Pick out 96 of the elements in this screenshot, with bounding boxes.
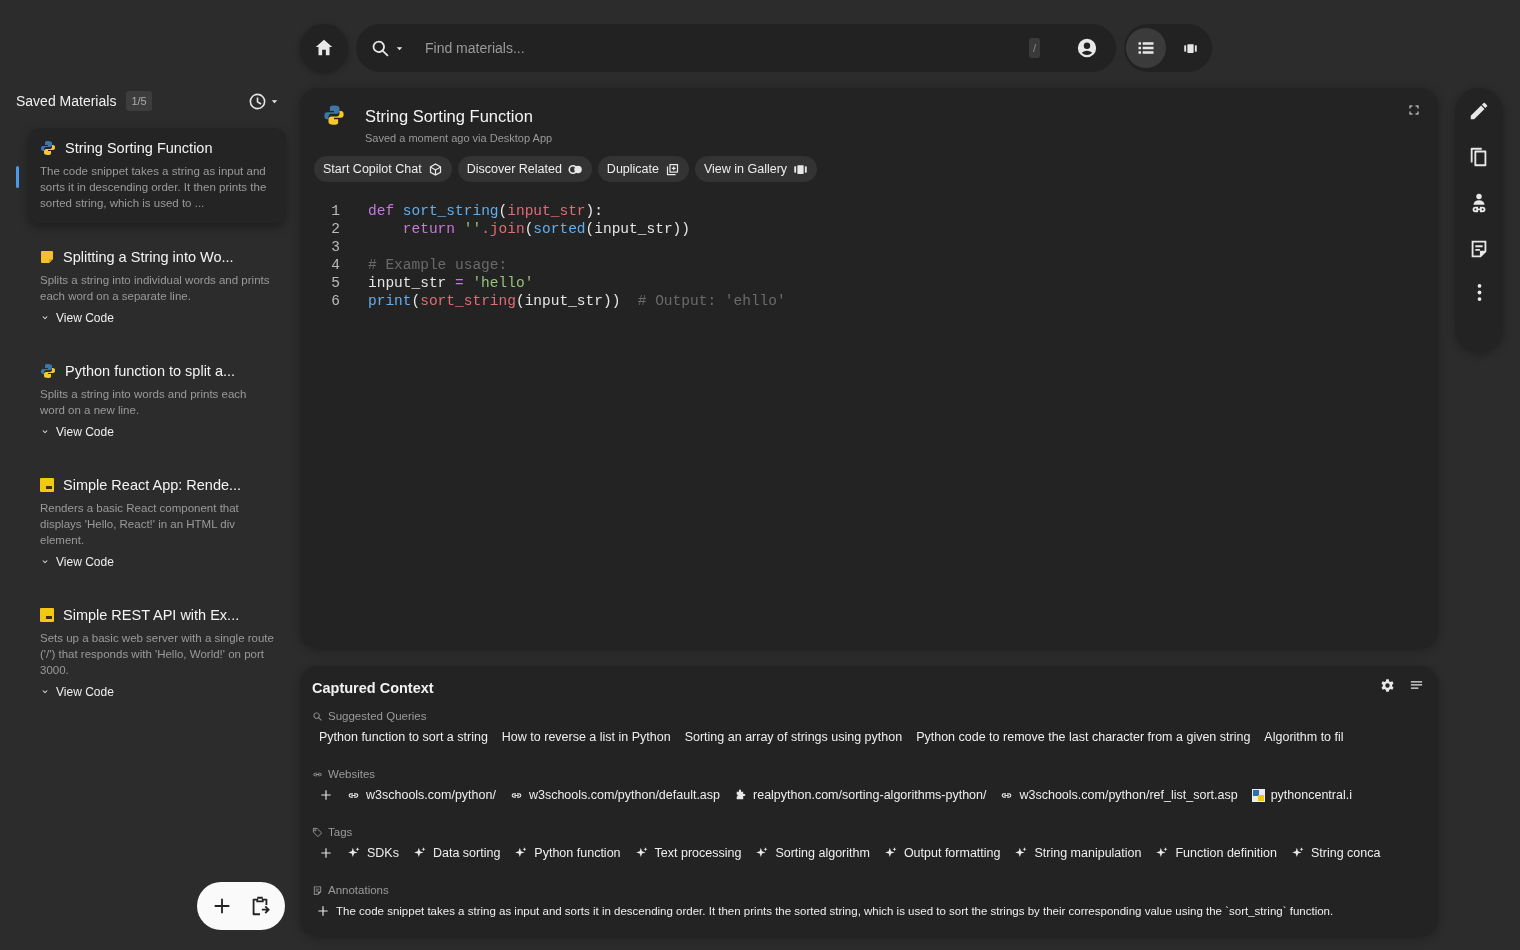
sidebar-title: Saved Materials xyxy=(16,93,117,109)
query-chip[interactable]: Algorithm to fil xyxy=(1264,730,1344,744)
website-link[interactable]: w3schools.com/python/ref_list_sort.asp xyxy=(1000,788,1238,802)
item-title: Simple React App: Rende... xyxy=(63,477,242,493)
website-link[interactable]: w3schools.com/python/ xyxy=(347,788,496,802)
item-title: String Sorting Function xyxy=(65,140,213,156)
puzzle-icon xyxy=(734,788,748,802)
item-description: Sets up a basic web server with a single route ('/') that responds with 'Hello, World!' on port 3000. xyxy=(40,631,274,678)
action-button[interactable]: Duplicate xyxy=(597,156,689,182)
query-chip[interactable]: Python function to sort a string xyxy=(319,730,488,744)
more-icon xyxy=(1476,284,1482,301)
material-item[interactable]: Simple React App: Rende... Renders a basic React component that displays 'Hello, React!' in an HTML div element. View Code xyxy=(28,465,286,581)
account-button[interactable] xyxy=(1076,37,1098,59)
plus-icon xyxy=(316,904,330,918)
pencil-icon xyxy=(1468,100,1490,122)
context-title: Captured Context xyxy=(312,680,434,696)
section-label: Tags xyxy=(328,826,353,838)
history-button[interactable] xyxy=(248,91,280,111)
action-button[interactable]: View in Gallery xyxy=(695,156,818,182)
js-icon xyxy=(40,608,54,622)
tag-icon xyxy=(312,826,323,838)
view-code-button[interactable]: View Code xyxy=(40,555,114,569)
item-description: Splits a string into words and prints each word on a new line. xyxy=(40,387,248,418)
material-item[interactable]: Python function to split a... Splits a string into words and prints each word on a new line. View Code xyxy=(28,351,286,451)
query-chip[interactable]: Sorting an array of strings using python xyxy=(684,730,903,744)
code-line: print(sort_string(input_str)) # Output: 'ehllo' xyxy=(368,292,786,310)
item-title: Simple REST API with Ex... xyxy=(63,607,240,623)
section-label: Websites xyxy=(328,768,376,780)
home-button[interactable] xyxy=(300,24,348,72)
website-link[interactable]: realpython.com/sorting-algorithms-python/ xyxy=(734,788,987,802)
note-icon xyxy=(40,250,54,264)
view-code-button[interactable]: View Code xyxy=(40,685,114,699)
view-code-button[interactable]: View Code xyxy=(40,311,114,325)
item-title: Splitting a String into Wo... xyxy=(63,249,234,265)
tag-chip[interactable]: Data sorting xyxy=(412,846,501,860)
code-line: return ''.join(sorted(input_str)) xyxy=(401,220,690,238)
view-code-button[interactable]: View Code xyxy=(40,425,114,439)
plus-icon xyxy=(319,846,333,860)
item-description: The code snippet takes a string as input and sorts it in descending order. It then prints the sorted string, which is used to ... xyxy=(40,164,268,211)
item-title: Python function to split a... xyxy=(65,363,236,379)
plus-icon xyxy=(319,788,333,802)
line-number: 6 xyxy=(330,292,340,310)
count-badge: 1/5 xyxy=(126,91,152,111)
tag-chip[interactable]: String manipulation xyxy=(1014,846,1142,860)
add-website-button[interactable] xyxy=(319,788,333,802)
search-icon xyxy=(312,710,323,722)
tag-chip[interactable]: Text processing xyxy=(634,846,742,860)
line-number: 5 xyxy=(330,274,340,292)
python-icon xyxy=(40,140,56,156)
user-icon xyxy=(1076,37,1098,59)
copy-icon xyxy=(665,161,680,177)
selection-bar xyxy=(16,166,19,188)
line-number: 3 xyxy=(330,238,340,256)
line-number: 2 xyxy=(330,220,340,238)
annotation-text: The code snippet takes a string as input and sorts it in descending order. It then prints the sorted string, which is used to sort the strings by their corresponding value using the `sort_string` function. xyxy=(336,905,1334,917)
tag-chip[interactable]: Output formatting xyxy=(883,846,1001,860)
fullscreen-icon xyxy=(1408,104,1420,116)
tag-chip[interactable]: Sorting algorithm xyxy=(755,846,870,860)
code-line: input_str = 'hello' xyxy=(368,274,534,292)
material-subtitle: Saved a moment ago via Desktop App xyxy=(365,132,553,144)
section-label: Annotations xyxy=(328,884,389,896)
view-mode-button[interactable] xyxy=(1126,28,1166,68)
material-title: String Sorting Function xyxy=(365,107,534,126)
tag-chip[interactable]: SDKs xyxy=(347,846,399,860)
query-chip[interactable]: How to reverse a list in Python xyxy=(501,730,671,744)
add-annotation-button[interactable] xyxy=(316,904,330,918)
website-link[interactable]: pythoncentral.i xyxy=(1251,788,1352,802)
add-tag-button[interactable] xyxy=(319,846,333,860)
material-item[interactable]: Splitting a String into Wo... Splits a string into individual words and prints each word on a separate line. View Code xyxy=(28,237,286,337)
query-chip[interactable]: Python code to remove the last character from a given string xyxy=(916,730,1251,744)
shortcut-key: / xyxy=(1028,38,1040,58)
code-line: def sort_string(input_str): xyxy=(368,202,603,220)
settings-icon xyxy=(1380,678,1395,693)
action-button[interactable]: Discover Related xyxy=(457,156,592,182)
site-favicon-icon xyxy=(1251,788,1265,802)
action-button[interactable]: Start Copilot Chat xyxy=(314,156,452,182)
search-input[interactable]: Find materials... xyxy=(423,39,1029,57)
more-button[interactable] xyxy=(1476,284,1482,301)
website-link[interactable]: w3schools.com/python/default.asp xyxy=(509,788,721,802)
item-description: Renders a basic React component that displays 'Hello, React!' in an HTML div element. xyxy=(40,501,240,548)
code-line: # Example usage: xyxy=(368,256,508,274)
note-icon xyxy=(312,884,323,896)
python-icon xyxy=(40,363,56,379)
clock-icon xyxy=(248,91,267,111)
cube-icon xyxy=(427,161,443,177)
tag-chip[interactable]: String conca xyxy=(1290,846,1381,860)
tag-chip[interactable]: Python function xyxy=(514,846,621,860)
material-item[interactable]: Simple REST API with Ex... Sets up a basic web server with a single route ('/') that responds with 'Hello, World!' on port 3000. View Code xyxy=(28,595,286,711)
line-number: 1 xyxy=(330,202,340,220)
section-label: Suggested Queries xyxy=(328,710,427,722)
edit-button[interactable] xyxy=(1468,100,1490,122)
line-number: 4 xyxy=(330,256,340,274)
js-icon xyxy=(40,478,54,492)
tag-chip[interactable]: Function definition xyxy=(1155,846,1277,860)
python-icon xyxy=(323,104,345,126)
item-description: Splits a string into individual words and prints each word on a separate line. xyxy=(40,273,271,304)
